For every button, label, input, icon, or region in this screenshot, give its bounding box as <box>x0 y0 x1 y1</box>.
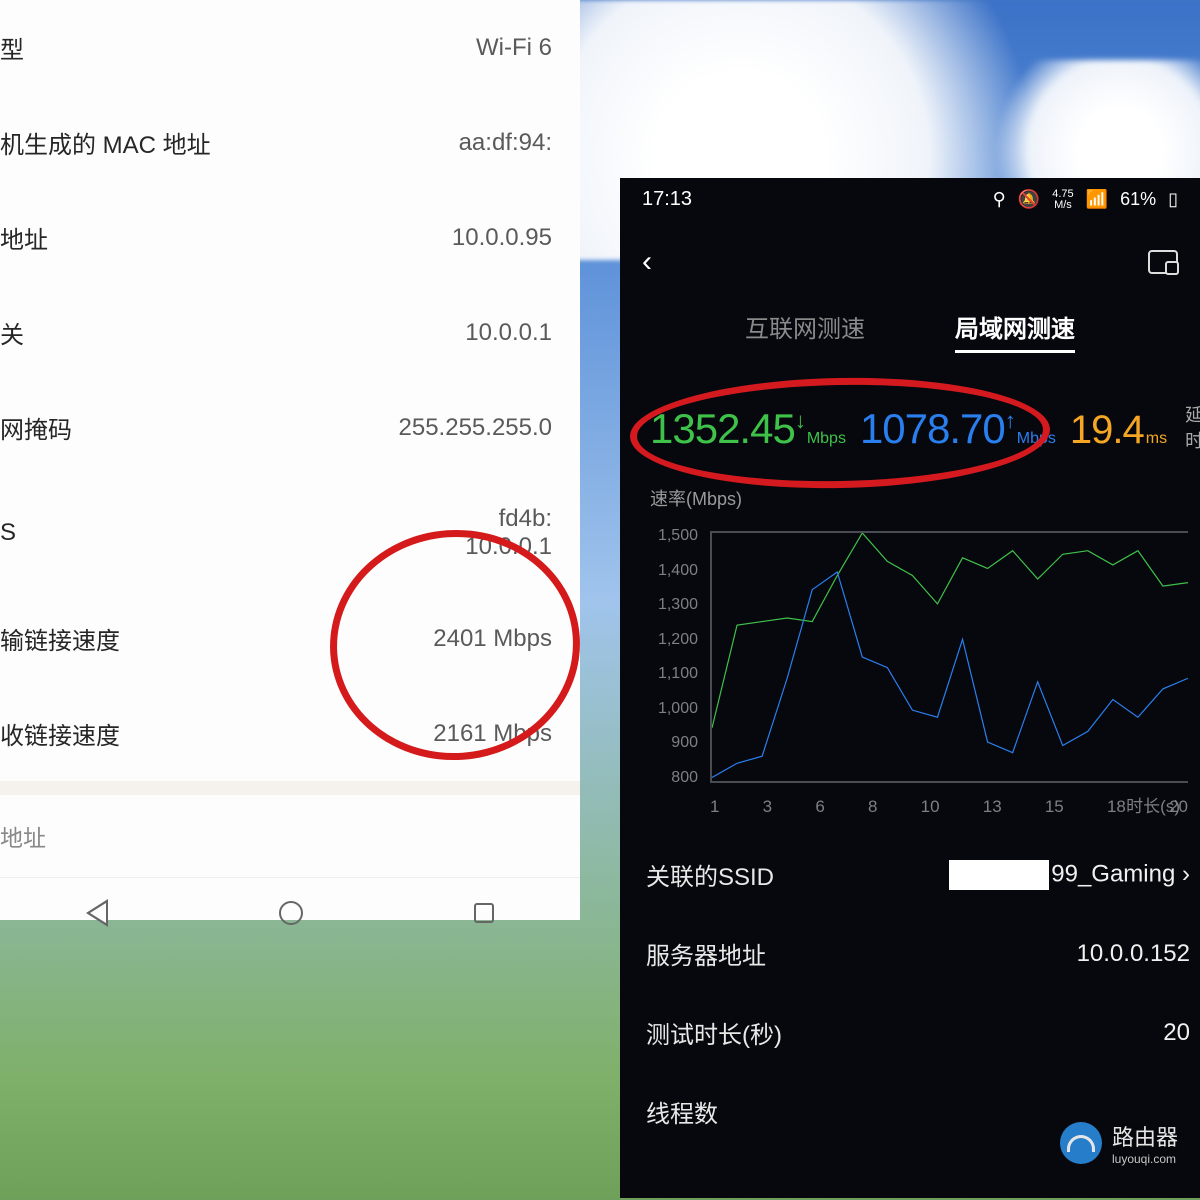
setting-row-mac[interactable]: 机生成的 MAC 地址 aa:df:94: <box>0 95 580 190</box>
wifi-settings-panel: 型 Wi-Fi 6 机生成的 MAC 地址 aa:df:94: 地址 10.0.… <box>0 0 580 920</box>
tab-internet[interactable]: 互联网测速 <box>745 309 865 353</box>
setting-label: 型 <box>0 30 24 65</box>
setting-label: 地址 <box>0 220 48 255</box>
setting-value: Wi-Fi 6 <box>476 34 552 62</box>
info-row-duration[interactable]: 测试时长(秒) 20 <box>620 993 1200 1072</box>
speed-chart: 1,5001,4001,3001,2001,1001,000900800 136… <box>650 527 1188 817</box>
chart-lines <box>712 533 1188 781</box>
info-label: 关联的SSID <box>646 857 774 892</box>
battery-icon: ▯ <box>1168 189 1178 210</box>
setting-label: 输链接速度 <box>0 621 120 656</box>
status-time: 17:13 <box>642 188 692 211</box>
site-watermark: 路由器 luyouqi.com <box>1060 1120 1178 1166</box>
setting-value: aa:df:94: <box>459 129 552 157</box>
chart-plot <box>710 531 1188 783</box>
x-axis: 13681013151820 <box>710 797 1188 817</box>
tab-lan[interactable]: 局域网测速 <box>955 309 1075 353</box>
setting-label: S <box>0 519 16 547</box>
latency-value: 19.4ms <box>1070 408 1167 453</box>
info-label: 测试时长(秒) <box>646 1015 782 1050</box>
setting-value: 10.0.0.95 <box>452 224 552 252</box>
info-label: 线程数 <box>646 1094 718 1129</box>
setting-label: 关 <box>0 315 24 350</box>
status-bar: 17:13 ⚲ 🔕 4.75 M/s 📶 61% ▯ <box>620 178 1200 221</box>
setting-row-type[interactable]: 型 Wi-Fi 6 <box>0 0 580 95</box>
battery-text: 61% <box>1120 189 1156 210</box>
status-icons: ⚲ 🔕 4.75 M/s 📶 61% ▯ <box>993 189 1178 211</box>
setting-value: 10.0.0.1 <box>465 319 552 347</box>
app-bar: ‹ <box>620 221 1200 297</box>
watermark-title: 路由器 <box>1112 1120 1178 1152</box>
devices-icon[interactable] <box>1148 250 1178 274</box>
info-value: 99_Gaming › <box>949 860 1190 890</box>
nav-back-icon[interactable] <box>86 899 108 927</box>
section-separator <box>0 781 580 795</box>
masked-text <box>949 860 1049 890</box>
test-info-list: 关联的SSID 99_Gaming › 服务器地址 10.0.0.152 测试时… <box>620 823 1200 1151</box>
latency-label: 延时 <box>1185 401 1200 453</box>
x-axis-label: 时长(s) <box>1126 792 1180 817</box>
y-axis: 1,5001,4001,3001,2001,1001,000900800 <box>650 527 698 787</box>
setting-row-ip[interactable]: 地址 10.0.0.95 <box>0 190 580 285</box>
setting-label: 网掩码 <box>0 410 72 445</box>
setting-label: 收链接速度 <box>0 716 120 751</box>
tabs: 互联网测速 局域网测速 <box>620 297 1200 367</box>
setting-label: 机生成的 MAC 地址 <box>0 125 211 160</box>
setting-row-gateway[interactable]: 关 10.0.0.1 <box>0 285 580 380</box>
info-label: 服务器地址 <box>646 936 766 971</box>
info-row-ssid[interactable]: 关联的SSID 99_Gaming › <box>620 835 1200 914</box>
info-value: 20 <box>1163 1019 1190 1047</box>
nav-recent-icon[interactable] <box>474 903 494 923</box>
speed-test-panel: 17:13 ⚲ 🔕 4.75 M/s 📶 61% ▯ ‹ 互联网测速 局域网测速… <box>620 178 1200 1198</box>
router-icon <box>1060 1122 1102 1164</box>
info-value: 10.0.0.152 <box>1077 940 1190 968</box>
bluetooth-icon: ⚲ <box>993 189 1006 210</box>
android-nav-bar <box>0 877 580 947</box>
setting-row-subnet[interactable]: 网掩码 255.255.255.0 <box>0 380 580 475</box>
watermark-sub: luyouqi.com <box>1112 1152 1178 1166</box>
nav-home-icon[interactable] <box>279 901 303 925</box>
mute-icon: 🔕 <box>1018 189 1040 210</box>
setting-value: 255.255.255.0 <box>399 414 552 442</box>
section-heading: 地址 <box>0 795 580 867</box>
info-row-server[interactable]: 服务器地址 10.0.0.152 <box>620 914 1200 993</box>
wifi-icon: 📶 <box>1086 189 1108 210</box>
net-speed-indicator: 4.75 M/s <box>1052 189 1073 211</box>
back-button[interactable]: ‹ <box>642 245 652 279</box>
